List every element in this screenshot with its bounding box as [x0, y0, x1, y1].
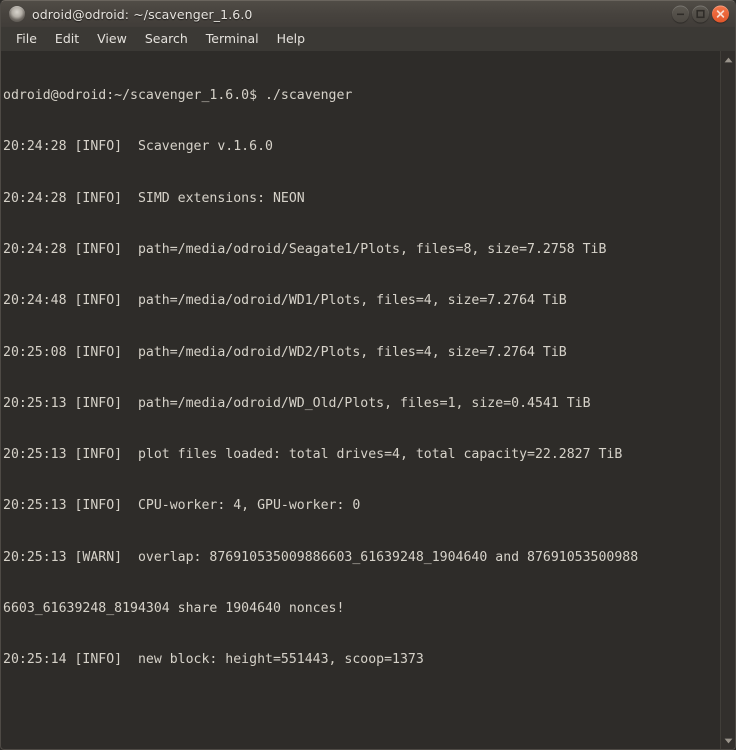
menubar: File Edit View Search Terminal Help — [0, 27, 736, 51]
terminal-line: odroid@odroid:~/scavenger_1.6.0$ ./scave… — [3, 88, 353, 104]
terminal-line: 20:25:13 [WARN] overlap: 876910535009886… — [3, 549, 639, 565]
window-controls — [672, 5, 729, 23]
terminal-line: 20:24:28 [INFO] Scavenger v.1.6.0 — [3, 139, 273, 155]
menu-item-search[interactable]: Search — [136, 29, 197, 49]
terminal-line: 20:25:13 [INFO] path=/media/odroid/WD_Ol… — [3, 395, 591, 411]
minimize-button[interactable] — [672, 5, 689, 23]
menu-item-terminal[interactable]: Terminal — [197, 29, 268, 49]
terminal-output[interactable]: odroid@odroid:~/scavenger_1.6.0$ ./scave… — [1, 51, 720, 749]
close-button[interactable] — [712, 5, 729, 23]
close-icon — [716, 10, 725, 18]
terminal-line: 20:24:28 [INFO] SIMD extensions: NEON — [3, 190, 305, 206]
terminal-line: 20:24:28 [INFO] path=/media/odroid/Seaga… — [3, 242, 607, 258]
maximize-icon — [696, 9, 705, 19]
window-title: odroid@odroid: ~/scavenger_1.6.0 — [32, 6, 253, 22]
menu-item-file[interactable]: File — [7, 29, 46, 49]
terminal-line: 20:25:13 [INFO] plot files loaded: total… — [3, 447, 623, 463]
terminal-window: odroid@odroid: ~/scavenger_1.6.0 File Ed… — [0, 0, 736, 750]
menu-item-view[interactable]: View — [88, 29, 136, 49]
scroll-down-arrow-icon[interactable] — [722, 734, 735, 747]
titlebar[interactable]: odroid@odroid: ~/scavenger_1.6.0 — [0, 0, 736, 27]
menu-item-edit[interactable]: Edit — [46, 29, 88, 49]
scrollbar-track[interactable] — [721, 68, 735, 732]
minimize-icon — [677, 13, 684, 16]
terminal-line: 20:24:48 [INFO] path=/media/odroid/WD1/P… — [3, 293, 567, 309]
terminal-scrollbar[interactable] — [720, 51, 735, 749]
maximize-button[interactable] — [692, 5, 709, 23]
terminal-line: 20:25:13 [INFO] CPU-worker: 4, GPU-worke… — [3, 498, 361, 514]
terminal-line: 6603_61639248_8194304 share 1904640 nonc… — [3, 601, 345, 616]
terminal-icon — [9, 6, 25, 22]
scroll-up-arrow-icon[interactable] — [722, 53, 735, 66]
terminal-line: 20:25:08 [INFO] path=/media/odroid/WD2/P… — [3, 344, 567, 360]
terminal-body: odroid@odroid:~/scavenger_1.6.0$ ./scave… — [0, 51, 736, 750]
terminal-line: 20:25:14 [INFO] new block: height=551443… — [3, 652, 424, 668]
menu-item-help[interactable]: Help — [268, 29, 315, 49]
